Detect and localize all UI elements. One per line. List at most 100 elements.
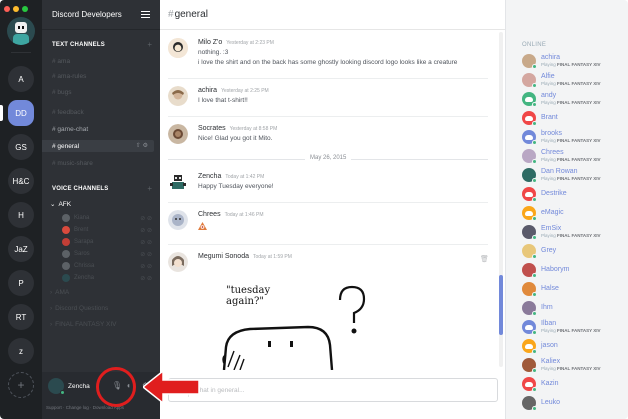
member-item[interactable]: Dan Rowan Playing FINAL FANTASY XIV <box>520 166 625 184</box>
channel-settings-icon[interactable]: ⇧ ⚙ <box>136 142 148 149</box>
member-item[interactable]: Leuko <box>520 394 625 412</box>
delete-message-icon[interactable]: 🗑 <box>480 255 489 263</box>
member-name: Ilban <box>541 320 557 327</box>
online-status-icon <box>532 330 537 335</box>
member-item[interactable]: brooks Playing FINAL FANTASY XIV <box>520 128 625 146</box>
message-author[interactable]: achira <box>198 87 217 94</box>
channel-bugs[interactable]: # bugs <box>42 86 154 98</box>
server-h[interactable]: H <box>8 202 34 228</box>
muted-icon: ⊘ ⊘ <box>140 239 152 246</box>
member-item[interactable]: Destrike <box>520 185 625 203</box>
avatar[interactable] <box>168 38 188 58</box>
game-name: FINAL FANTASY XIV <box>557 157 601 162</box>
voice-channel-discord-questions[interactable]: › Discord Questions <box>50 305 108 312</box>
voice-channels-category[interactable]: VOICE CHANNELS <box>52 186 108 192</box>
voice-user-name: Brent <box>74 227 89 233</box>
online-status-icon <box>532 349 537 354</box>
voice-user[interactable]: Kiana ⊘ ⊘ <box>62 213 152 223</box>
message-emoji <box>198 222 207 232</box>
avatar[interactable] <box>168 124 188 144</box>
member-item[interactable]: Brant <box>520 109 625 127</box>
voice-channel-afk[interactable]: ⌄ AFK <box>50 200 71 209</box>
message-author[interactable]: Megumi Sonoda <box>198 253 249 260</box>
voice-user[interactable]: Zencha ⊘ ⊘ <box>62 273 152 283</box>
member-item[interactable]: Chrees Playing FINAL FANTASY XIV <box>520 147 625 165</box>
member-item[interactable]: eMagic <box>520 204 625 222</box>
voice-channel-ama[interactable]: › AMA <box>50 289 69 296</box>
message-author[interactable]: Socrates <box>198 125 226 132</box>
server-z[interactable]: z <box>8 338 34 364</box>
online-status-icon <box>532 292 537 297</box>
voice-user[interactable]: Brent ⊘ ⊘ <box>62 225 152 235</box>
avatar[interactable] <box>168 172 188 192</box>
member-item[interactable]: Ihm <box>520 299 625 317</box>
online-status-icon <box>532 311 537 316</box>
avatar[interactable] <box>168 252 188 272</box>
member-item[interactable]: Haborym <box>520 261 625 279</box>
server-h-and-c[interactable]: H&C <box>8 168 34 194</box>
message-input[interactable] <box>195 379 495 401</box>
minimize-window-button[interactable] <box>13 6 19 12</box>
maximize-window-button[interactable] <box>22 6 28 12</box>
server-jaz[interactable]: JaZ <box>8 236 34 262</box>
highlight-circle <box>96 367 136 407</box>
image-attachment[interactable]: "tuesday again?" <box>220 275 460 371</box>
member-name: Destrike <box>541 190 567 197</box>
voice-user[interactable]: Sarapa ⊘ ⊘ <box>62 237 152 247</box>
member-item[interactable]: EmSix Playing FINAL FANTASY XIV <box>520 223 625 241</box>
server-rt[interactable]: RT <box>8 304 34 330</box>
scrollbar-thumb[interactable] <box>499 275 503 335</box>
online-status-icon <box>60 390 65 395</box>
member-item[interactable]: Alfie Playing FINAL FANTASY XIV <box>520 71 625 89</box>
message-composer <box>168 378 498 402</box>
date-divider: May 26, 2015 <box>305 155 352 161</box>
server-discord-developers[interactable]: DD <box>8 100 34 126</box>
user-home-avatar[interactable] <box>7 17 35 45</box>
voice-user-name: Chrissa <box>74 263 95 269</box>
avatar[interactable] <box>168 210 188 230</box>
member-item[interactable]: Ilban Playing FINAL FANTASY XIV <box>520 318 625 336</box>
message-author[interactable]: Milo Z'o <box>198 39 222 46</box>
channel-music-share[interactable]: # music-share <box>42 157 154 169</box>
channel-general[interactable]: # general ⇧ ⚙ <box>42 140 154 152</box>
playing-label: Playing <box>541 176 556 181</box>
member-activity: Playing FINAL FANTASY XIV <box>541 81 601 86</box>
server-header[interactable]: Discord Developers <box>42 0 160 30</box>
member-activity: Playing FINAL FANTASY XIV <box>541 157 601 162</box>
hamburger-menu-icon[interactable] <box>141 11 150 18</box>
member-item[interactable]: Kazin <box>520 375 625 393</box>
close-window-button[interactable] <box>4 6 10 12</box>
voice-user[interactable]: Saros ⊘ ⊘ <box>62 249 152 259</box>
channel-ama[interactable]: # ama <box>42 55 154 67</box>
message-author[interactable]: Chrees <box>198 211 221 218</box>
add-voice-channel-icon[interactable]: + <box>147 184 152 193</box>
message-author[interactable]: Zencha <box>198 173 221 180</box>
member-item[interactable]: Kaliex Playing FINAL FANTASY XIV <box>520 356 625 374</box>
voice-user-name: Kiana <box>74 215 90 221</box>
message-divider <box>168 116 488 117</box>
add-text-channel-icon[interactable]: + <box>147 40 152 49</box>
online-status-icon <box>532 216 537 221</box>
channel-header: # general <box>160 0 505 30</box>
add-server-button[interactable]: + <box>8 372 34 398</box>
member-item[interactable]: achira Playing FINAL FANTASY XIV <box>520 52 625 70</box>
game-name: FINAL FANTASY XIV <box>557 233 601 238</box>
server-gs[interactable]: GS <box>8 134 34 160</box>
channel-ama-rules[interactable]: # ama-rules <box>42 70 154 82</box>
text-channels-category[interactable]: TEXT CHANNELS <box>52 42 105 48</box>
member-item[interactable]: Halse <box>520 280 625 298</box>
member-item[interactable]: andy Playing FINAL FANTASY XIV <box>520 90 625 108</box>
avatar[interactable] <box>168 86 188 106</box>
server-p[interactable]: P <box>8 270 34 296</box>
voice-user[interactable]: Chrissa ⊘ ⊘ <box>62 261 152 271</box>
avatar <box>62 238 70 246</box>
online-status-icon <box>532 406 537 411</box>
playing-label: Playing <box>541 366 556 371</box>
server-a[interactable]: A <box>8 66 34 92</box>
member-item[interactable]: Grey <box>520 242 625 260</box>
voice-channel-final-fantasy-xiv[interactable]: › FINAL FANTASY XIV <box>50 321 116 328</box>
playing-label: Playing <box>541 138 556 143</box>
channel-game-chat[interactable]: # game-chat <box>42 123 154 135</box>
member-item[interactable]: jason <box>520 337 625 355</box>
channel-feedback[interactable]: # feedback <box>42 106 154 118</box>
